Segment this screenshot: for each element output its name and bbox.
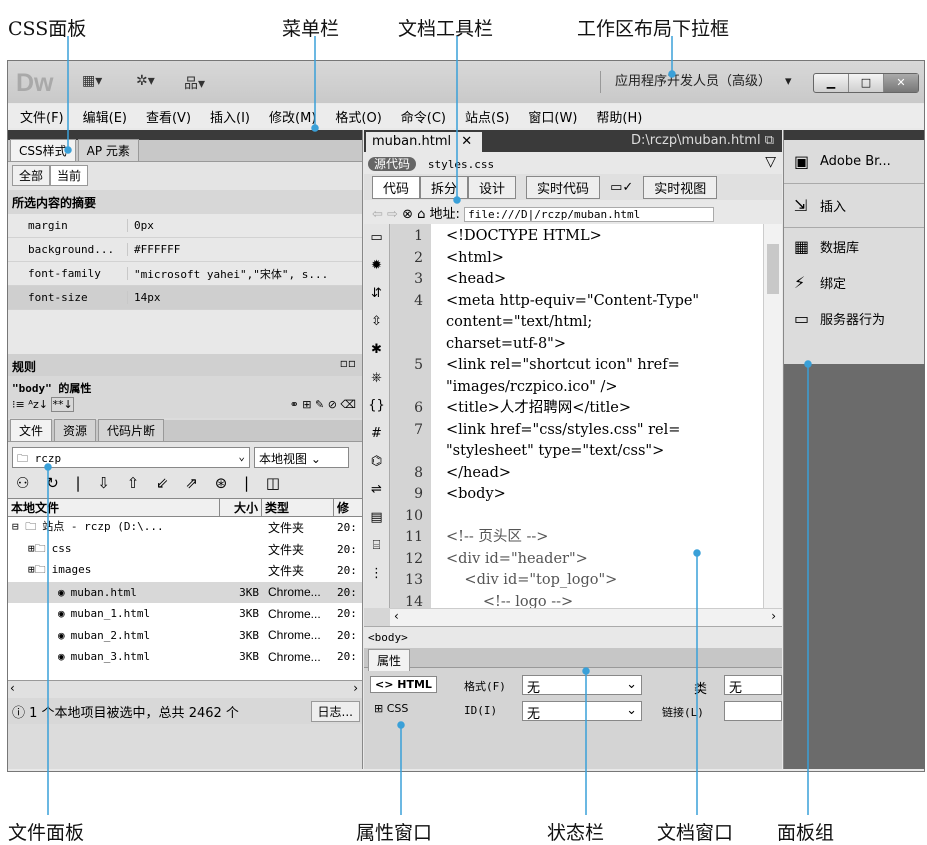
annotation-lines: [44, 36, 812, 815]
